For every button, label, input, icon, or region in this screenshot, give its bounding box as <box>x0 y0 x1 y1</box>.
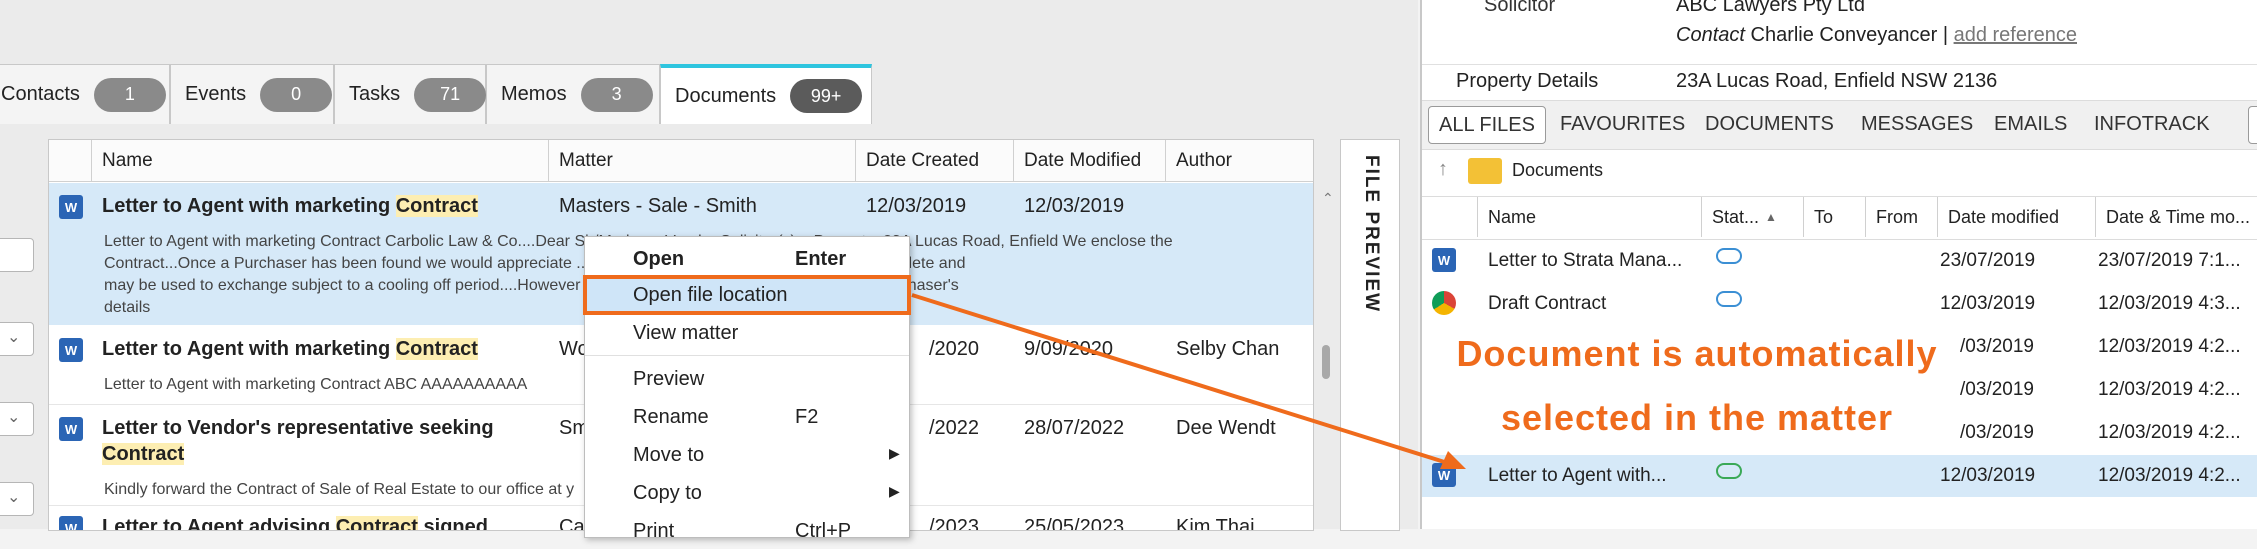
annotation-arrow <box>911 293 1466 469</box>
menu-item-copy-to[interactable]: Copy to ▶ <box>585 475 909 511</box>
menu-item-view-matter[interactable]: View matter <box>585 315 909 351</box>
menu-item-print[interactable]: Print Ctrl+P <box>585 513 909 549</box>
context-menu: Open Enter Open file location View matte… <box>583 236 911 542</box>
menu-item-preview[interactable]: Preview <box>585 361 909 397</box>
menu-item-open[interactable]: Open Enter <box>585 241 909 277</box>
menu-item-rename[interactable]: Rename F2 <box>585 399 909 435</box>
menu-item-open-file-location[interactable]: Open file location <box>583 275 911 315</box>
menu-item-move-to[interactable]: Move to ▶ <box>585 437 909 473</box>
chevron-right-icon: ▶ <box>889 445 900 461</box>
chevron-right-icon: ▶ <box>889 483 900 499</box>
